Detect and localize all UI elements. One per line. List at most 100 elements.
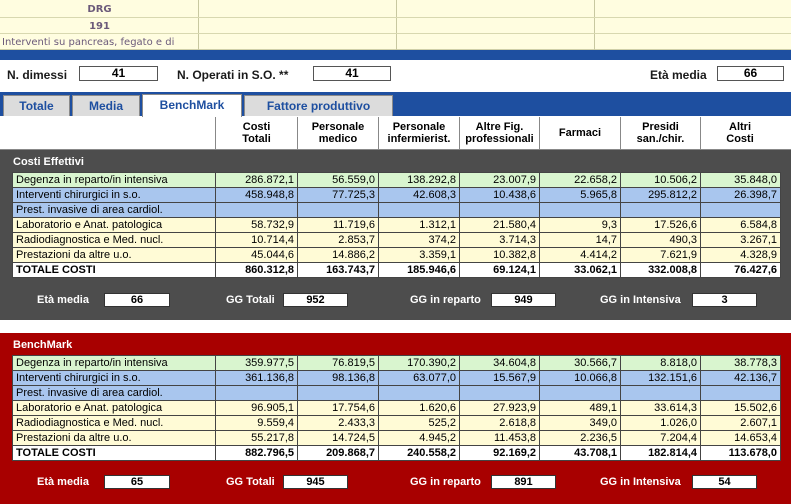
gg-reparto-field[interactable]: 891 [491, 475, 556, 489]
col-personale-medico: Personale medico [297, 117, 378, 150]
table-cell: 7.204,4 [620, 430, 701, 446]
table-cell: 1.026,0 [620, 415, 701, 431]
table-cell: 4.328,9 [700, 247, 781, 263]
tab-benchmark[interactable]: BenchMark [142, 94, 242, 117]
table-cell: 58.732,9 [215, 217, 298, 233]
table-cell: 9,3 [539, 217, 621, 233]
table-cell: 295.812,2 [620, 187, 701, 203]
row-label: Interventi chirurgici in s.o. [12, 370, 216, 386]
operati-field[interactable]: 41 [313, 66, 391, 81]
table-cell [459, 202, 540, 218]
drg-description: Interventi su pancreas, fegato e di [2, 37, 175, 48]
table-cell: 2.853,7 [297, 232, 379, 248]
eta-media-field[interactable]: 66 [104, 293, 170, 307]
row-label: TOTALE COSTI [12, 445, 216, 461]
table-cell [620, 385, 701, 401]
header-divider [0, 50, 791, 60]
table-cell: 14.724,5 [297, 430, 379, 446]
table-cell: 17.754,6 [297, 400, 379, 416]
column-headers: Costi Totali Personale medico Personale inf… [0, 117, 791, 150]
table-cell: 6.584,8 [700, 217, 781, 233]
table-cell [700, 202, 781, 218]
table-row[interactable]: Radiodiagnostica e Med. nucl. 10.714,4 2.8… [12, 232, 781, 248]
table-cell [620, 202, 701, 218]
table-cell: 2.236,5 [539, 430, 621, 446]
eta-media-field[interactable]: 65 [104, 475, 170, 489]
table-cell: 490,3 [620, 232, 701, 248]
table-row[interactable]: Interventi chirurgici in s.o. 458.948,8 77… [12, 187, 781, 203]
table-cell: 22.658,2 [539, 172, 621, 188]
table-cell: 5.965,8 [539, 187, 621, 203]
table-cell: 1.620,6 [378, 400, 460, 416]
gg-intensiva-field[interactable]: 3 [692, 293, 757, 307]
table-cell: 185.946,6 [378, 262, 460, 278]
table-cell [700, 385, 781, 401]
table-cell: 489,1 [539, 400, 621, 416]
table-row[interactable]: Radiodiagnostica e Med. nucl. 9.559,4 2.43… [12, 415, 781, 431]
row-label: Prestazioni da altre u.o. [12, 247, 216, 263]
tab-fattore-produttivo[interactable]: Fattore produttivo [244, 95, 393, 116]
section-title: Costi Effettivi [13, 156, 84, 168]
table-row[interactable]: Laboratorio e Anat. patologica 58.732,9 11… [12, 217, 781, 233]
total-row[interactable]: TOTALE COSTI 882.796,5 209.868,7 240.558,2 9… [12, 445, 781, 461]
total-row[interactable]: TOTALE COSTI 860.312,8 163.743,7 185.946,6 6… [12, 262, 781, 278]
row-label: Degenza in reparto/in intensiva [12, 172, 216, 188]
col-farmaci: Farmaci [539, 117, 620, 150]
table-cell: 21.580,4 [459, 217, 540, 233]
table-cell: 2.433,3 [297, 415, 379, 431]
table-cell: 42.608,3 [378, 187, 460, 203]
col-personale-infermieristico: Personale infermierist. [378, 117, 459, 150]
table-cell: 10.506,2 [620, 172, 701, 188]
table-cell: 860.312,8 [215, 262, 298, 278]
table-cell: 170.390,2 [378, 355, 460, 371]
table-cell: 374,2 [378, 232, 460, 248]
table-cell: 132.151,6 [620, 370, 701, 386]
benchmark-section: BenchMark Degenza in reparto/in intensiv… [0, 333, 791, 504]
tab-totale[interactable]: Totale [3, 95, 70, 116]
table-row[interactable]: Degenza in reparto/in intensiva 359.977,5… [12, 355, 781, 371]
table-row[interactable]: Interventi chirurgici in s.o. 361.136,8 98… [12, 370, 781, 386]
table-cell: 2.607,1 [700, 415, 781, 431]
col-altre-figure: Altre Fig. professionali [459, 117, 539, 150]
table-cell: 2.618,8 [459, 415, 540, 431]
eta-media-label: Età media [37, 294, 89, 306]
row-label: TOTALE COSTI [12, 262, 216, 278]
row-label: Interventi chirurgici in s.o. [12, 187, 216, 203]
table-cell: 76.427,6 [700, 262, 781, 278]
row-label: Radiodiagnostica e Med. nucl. [12, 415, 216, 431]
operati-label: N. Operati in S.O. ** [177, 68, 289, 82]
table-cell: 9.559,4 [215, 415, 298, 431]
table-cell: 1.312,1 [378, 217, 460, 233]
table-row[interactable]: Laboratorio e Anat. patologica 96.905,1 17… [12, 400, 781, 416]
table-cell: 96.905,1 [215, 400, 298, 416]
table-cell: 4.414,2 [539, 247, 621, 263]
table-cell [378, 385, 460, 401]
table-cell: 15.502,6 [700, 400, 781, 416]
gg-intensiva-field[interactable]: 54 [692, 475, 757, 489]
gg-totali-field[interactable]: 945 [283, 475, 348, 489]
table-cell: 361.136,8 [215, 370, 298, 386]
gg-reparto-field[interactable]: 949 [491, 293, 556, 307]
tab-media[interactable]: Media [72, 95, 140, 116]
table-row[interactable]: Prestazioni da altre u.o. 45.044,6 14.886,… [12, 247, 781, 263]
table-row[interactable]: Prest. invasive di area cardiol. [12, 202, 781, 218]
dimessi-field[interactable]: 41 [79, 66, 158, 81]
table-cell: 63.077,0 [378, 370, 460, 386]
table-row[interactable]: Degenza in reparto/in intensiva 286.872,1… [12, 172, 781, 188]
table-row[interactable]: Prest. invasive di area cardiol. [12, 385, 781, 401]
table-cell: 349,0 [539, 415, 621, 431]
eta-media-label: Età media [37, 476, 89, 488]
table-cell: 45.044,6 [215, 247, 298, 263]
table-row[interactable]: Prestazioni da altre u.o. 55.217,8 14.724,… [12, 430, 781, 446]
table-cell: 3.359,1 [378, 247, 460, 263]
table-cell: 3.267,1 [700, 232, 781, 248]
table-cell: 7.621,9 [620, 247, 701, 263]
eta-media-field[interactable]: 66 [717, 66, 784, 81]
table-cell: 11.719,6 [297, 217, 379, 233]
table-cell: 359.977,5 [215, 355, 298, 371]
table-cell [215, 202, 298, 218]
gg-totali-field[interactable]: 952 [283, 293, 348, 307]
table-cell: 23.007,9 [459, 172, 540, 188]
table-cell [297, 202, 379, 218]
table-cell: 4.945,2 [378, 430, 460, 446]
